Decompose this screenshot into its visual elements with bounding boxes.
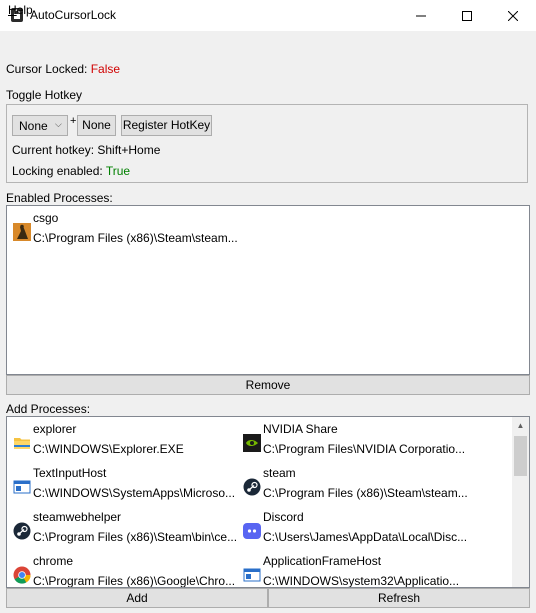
nvidia-icon xyxy=(243,434,261,452)
process-name: NVIDIA Share xyxy=(263,422,338,436)
add-list-scrollbar[interactable]: ▲ xyxy=(512,417,529,587)
process-path: C:\Program Files (x86)\Steam\steam... xyxy=(33,231,238,245)
steam-icon xyxy=(13,522,31,540)
process-name: csgo xyxy=(33,211,59,225)
enabled-processes-title: Enabled Processes: xyxy=(6,191,113,205)
cursor-locked-label: Cursor Locked: xyxy=(6,62,91,76)
menu-help-label: elp xyxy=(16,3,33,17)
process-path: C:\WINDOWS\Explorer.EXE xyxy=(33,442,184,456)
cursor-locked-status: Cursor Locked: False xyxy=(6,62,120,76)
menu-help[interactable]: Help xyxy=(8,3,33,17)
process-name: ApplicationFrameHost xyxy=(263,554,382,568)
folder-icon xyxy=(14,438,30,449)
process-path: C:\WINDOWS\system32\Applicatio... xyxy=(263,574,460,588)
register-hotkey-button[interactable]: Register HotKey xyxy=(121,115,212,136)
refresh-button[interactable]: Refresh xyxy=(268,588,530,608)
process-name: explorer xyxy=(33,422,77,436)
add-button[interactable]: Add xyxy=(6,588,268,608)
process-name: TextInputHost xyxy=(33,466,107,480)
menu-help-mnemonic: H xyxy=(8,3,17,17)
process-name: chrome xyxy=(33,554,74,568)
close-icon xyxy=(508,10,518,21)
window-icon xyxy=(13,480,31,494)
maximize-button[interactable] xyxy=(444,0,490,31)
enabled-processes-list[interactable]: csgo C:\Program Files (x86)\Steam\steam.… xyxy=(6,205,530,375)
steam-icon xyxy=(243,478,261,496)
process-path: C:\Program Files\NVIDIA Corporatio... xyxy=(263,442,466,456)
modifier-select-value: None xyxy=(19,119,48,133)
current-hotkey-value: Shift+Home xyxy=(97,143,161,157)
add-processes-title: Add Processes: xyxy=(6,402,91,416)
add-processes-list[interactable]: explorer C:\WINDOWS\Explorer.EXE NVIDIA … xyxy=(6,416,530,588)
plus-label: + xyxy=(70,115,77,127)
discord-icon xyxy=(243,523,261,539)
locking-enabled-label: Locking enabled: xyxy=(12,164,106,178)
chevron-down-icon: ⌵ xyxy=(55,119,62,129)
locking-enabled-value: True xyxy=(105,164,131,178)
locking-enabled: Locking enabled: True xyxy=(12,164,130,178)
cursor-locked-value: False xyxy=(90,62,121,76)
process-path: C:\Users\James\AppData\Local\Disc... xyxy=(263,530,468,544)
process-path: C:\WINDOWS\SystemApps\Microso... xyxy=(33,486,236,500)
process-path: C:\Program Files (x86)\Steam\bin\ce... xyxy=(33,530,238,544)
scroll-up-arrow-icon[interactable]: ▲ xyxy=(512,417,529,434)
scroll-thumb[interactable] xyxy=(514,436,527,476)
window-icon xyxy=(243,568,261,582)
modifier-select[interactable]: None ⌵ xyxy=(12,115,68,136)
process-name: steamwebhelper xyxy=(33,510,122,524)
maximize-icon xyxy=(462,10,472,21)
current-hotkey: Current hotkey: Shift+Home xyxy=(12,143,160,157)
process-path: C:\Program Files (x86)\Steam\steam... xyxy=(263,486,468,500)
csgo-icon xyxy=(13,223,31,241)
toggle-hotkey-title: Toggle Hotkey xyxy=(6,88,83,102)
minimize-button[interactable] xyxy=(398,0,444,31)
window-title: AutoCursorLock xyxy=(30,8,117,22)
process-path: C:\Program Files (x86)\Google\Chro... xyxy=(33,574,236,588)
process-name: steam xyxy=(263,466,296,480)
process-name: Discord xyxy=(263,510,304,524)
close-button[interactable] xyxy=(490,0,536,31)
current-hotkey-label: Current hotkey: xyxy=(12,143,98,157)
minimize-icon xyxy=(416,15,426,16)
key-select-button[interactable]: None xyxy=(77,115,116,136)
chrome-icon xyxy=(13,566,31,584)
menu-bar xyxy=(0,31,536,51)
remove-button[interactable]: Remove xyxy=(6,375,530,395)
